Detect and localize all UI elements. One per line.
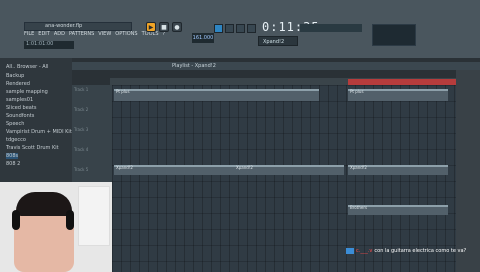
clip[interactable]: Pt plus (114, 89, 319, 101)
record-icon[interactable]: ● (172, 22, 182, 32)
cpu-meter (300, 24, 362, 32)
clip-label: Pt plus (116, 89, 130, 94)
track-label[interactable]: Track 4 (74, 147, 88, 152)
clip[interactable]: Xpand!2 (114, 165, 234, 175)
browser-item[interactable]: Vampirist Drum + MIDI Kit (6, 129, 72, 135)
clip-label: Pt plus (350, 89, 364, 94)
clip-label: Xpand!2 (116, 165, 133, 170)
browser-icon[interactable] (247, 24, 256, 33)
headset-icon (12, 210, 20, 230)
mixer-icon[interactable] (214, 24, 223, 33)
side-panel (456, 70, 480, 272)
track-label[interactable]: Track 3 (74, 127, 88, 132)
browser-item[interactable]: 808 2 (6, 161, 20, 167)
browser-item[interactable]: 808s (6, 153, 19, 159)
browser-item[interactable]: sample mapping (6, 89, 48, 95)
hair (16, 192, 72, 216)
playlist-grid[interactable]: Pt plus Pt plus Xpand!2 Xpand!2 Xpand!2 … (112, 85, 456, 272)
clip-label: Xpand!2 (350, 165, 367, 170)
pattern-selector[interactable]: Xpand!2 (258, 36, 298, 46)
menu-patterns[interactable]: PATTERNS (69, 31, 94, 37)
headset-icon (66, 210, 74, 230)
browser-item[interactable]: Rendered (6, 81, 30, 87)
browser-item[interactable]: Soundfonts (6, 113, 34, 119)
track-label[interactable]: Track 2 (74, 107, 88, 112)
menu-edit[interactable]: EDIT (38, 31, 50, 37)
stop-icon[interactable]: ■ (159, 22, 169, 32)
transport-controls: ▶ ■ ● (146, 22, 182, 32)
poster (78, 186, 110, 246)
menu-add[interactable]: ADD (54, 31, 65, 37)
clip[interactable]: Xpand!2 (348, 165, 448, 175)
browser-item[interactable]: Speech (6, 121, 24, 127)
track-label[interactable]: Track 1 (74, 87, 88, 92)
tempo-display[interactable]: 161.000 (192, 33, 214, 43)
browser-panel: All.. Browser - All Backup Rendered samp… (0, 58, 72, 188)
playlist-title: Playlist - Xpand!2 (172, 63, 216, 69)
browser-item[interactable]: Sliced beats (6, 105, 36, 111)
browser-item[interactable]: Backup (6, 73, 24, 79)
chat-username: c.___.v (356, 248, 373, 254)
browser-item[interactable]: tdgecco (6, 137, 26, 143)
chat-text: con la guitarra electrica como te va? (374, 248, 467, 254)
webcam-overlay (0, 182, 112, 272)
clip-label: Brothers (350, 205, 368, 210)
clip-label: Xpand!2 (236, 165, 253, 170)
channel-rack-icon[interactable] (225, 24, 234, 33)
piano-roll-icon[interactable] (236, 24, 245, 33)
browser-item[interactable]: Travis Scott Drum Kit (6, 145, 59, 151)
clip[interactable]: Pt plus (348, 89, 448, 101)
playlist-header: Playlist - Xpand!2 (72, 62, 480, 70)
play-icon[interactable]: ▶ (146, 22, 156, 32)
clip[interactable]: Xpand!2 (234, 165, 344, 175)
menu-view[interactable]: VIEW (98, 31, 111, 37)
menu-options[interactable]: OPTIONS (115, 31, 137, 37)
song-position: 1:01:01:00 (24, 41, 74, 49)
hint-panel (372, 24, 416, 46)
clip[interactable]: Brothers (348, 205, 448, 215)
tool-icons (214, 24, 256, 33)
menu-bar: FILE EDIT ADD PATTERNS VIEW OPTIONS TOOL… (24, 31, 165, 37)
twitch-icon (346, 248, 354, 254)
chat-message: c.___.v con la guitarra electrica como t… (346, 248, 466, 254)
menu-file[interactable]: FILE (24, 31, 34, 37)
track-label[interactable]: Track 5 (74, 167, 88, 172)
browser-header: All.. Browser - All (6, 64, 49, 70)
browser-item[interactable]: samples01 (6, 97, 33, 103)
window-title: ana-wonder.flp (45, 23, 83, 29)
